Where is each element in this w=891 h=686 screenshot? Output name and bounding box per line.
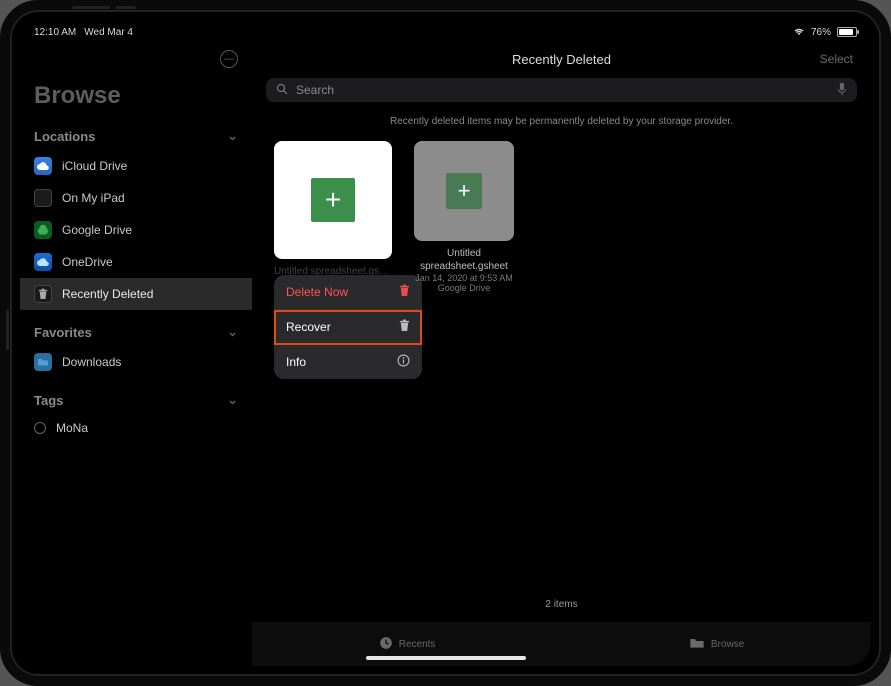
sidebar-item-icloud[interactable]: iCloud Drive [20,150,252,182]
status-time: 12:10 AM [34,27,76,38]
file-thumbnail: + [274,141,392,259]
battery-pct: 76% [811,27,831,38]
browse-title: Browse [20,74,252,122]
search-icon [276,83,288,98]
wifi-icon [793,27,805,37]
file-name: Untitled spreadsheet.gsheet [414,247,514,273]
file-thumbnail: + [414,141,514,241]
folder-icon [34,353,52,371]
menu-item-label: Recover [286,320,331,334]
sidebar-item-ipad[interactable]: On My iPad [20,182,252,214]
chevron-down-icon: ⌄ [227,392,238,408]
clock-icon [379,636,393,653]
file-item[interactable]: + Untitled spreadsheet.gsheet Jan 14, 20… [414,141,514,293]
tab-bar: Recents Browse [252,622,871,666]
sidebar-item-label: On My iPad [62,191,125,205]
menu-item-delete-now[interactable]: Delete Now [274,275,422,310]
battery-icon [837,27,857,37]
status-date: Wed Mar 4 [84,27,133,38]
gsheet-icon: + [446,173,482,209]
tag-icon [34,422,46,434]
sidebar-item-label: Google Drive [62,223,132,237]
onedrive-icon [34,253,52,271]
sidebar-item-label: iCloud Drive [62,159,127,173]
search-input[interactable]: Search [266,78,857,102]
sidebar-item-googledrive[interactable]: Google Drive [20,214,252,246]
chevron-down-icon: ⌄ [227,128,238,144]
tab-recents[interactable]: Recents [379,636,436,653]
file-meta: Jan 14, 2020 at 9:53 AM [414,273,514,283]
search-placeholder: Search [296,83,334,97]
tab-browse[interactable]: Browse [689,637,744,652]
select-button[interactable]: Select [820,52,853,66]
section-header-label: Tags [34,393,63,408]
chevron-down-icon: ⌄ [227,324,238,340]
section-header-label: Favorites [34,325,92,340]
sidebar: ― Browse Locations ⌄ iCloud Drive On My … [20,42,252,666]
home-indicator[interactable] [366,656,526,660]
menu-item-recover[interactable]: Recover [274,310,422,345]
sidebar-item-label: OneDrive [62,255,113,269]
main-header: Recently Deleted Select [252,42,871,76]
section-header-locations[interactable]: Locations ⌄ [20,122,252,150]
context-menu: Delete Now Recover [274,275,422,379]
deletion-notice: Recently deleted items may be permanentl… [252,110,871,141]
status-bar: 12:10 AM Wed Mar 4 76% [20,20,871,42]
trash-icon [399,284,410,300]
collapse-icon[interactable]: ― [220,50,238,68]
cloud-icon [34,157,52,175]
section-header-label: Locations [34,129,95,144]
menu-item-label: Delete Now [286,285,348,299]
sidebar-item-tag-mona[interactable]: MoNa [20,414,252,442]
sidebar-item-label: Recently Deleted [62,287,153,301]
ipad-icon [34,189,52,207]
page-title: Recently Deleted [512,52,611,67]
sidebar-item-onedrive[interactable]: OneDrive [20,246,252,278]
sidebar-item-label: Downloads [62,355,121,369]
tab-label: Browse [711,639,744,650]
sidebar-item-downloads[interactable]: Downloads [20,346,252,378]
folder-icon [689,637,705,652]
trash-icon [34,285,52,303]
file-source: Google Drive [414,283,514,293]
section-header-tags[interactable]: Tags ⌄ [20,386,252,414]
section-header-favorites[interactable]: Favorites ⌄ [20,318,252,346]
sidebar-item-recently-deleted[interactable]: Recently Deleted [20,278,252,310]
tab-label: Recents [399,639,436,650]
info-icon [397,354,410,370]
mic-icon[interactable] [837,82,847,99]
google-drive-icon [34,221,52,239]
main-content: Recently Deleted Select Search Recently … [252,42,871,666]
menu-item-label: Info [286,355,306,369]
item-count: 2 items [252,599,871,610]
file-item[interactable]: + Untitled spreadsheet.gsheet Jan 5, 202… [274,141,392,298]
trash-icon [399,319,410,335]
sidebar-item-label: MoNa [56,421,88,435]
gsheet-icon: + [311,178,355,222]
menu-item-info[interactable]: Info [274,345,422,379]
